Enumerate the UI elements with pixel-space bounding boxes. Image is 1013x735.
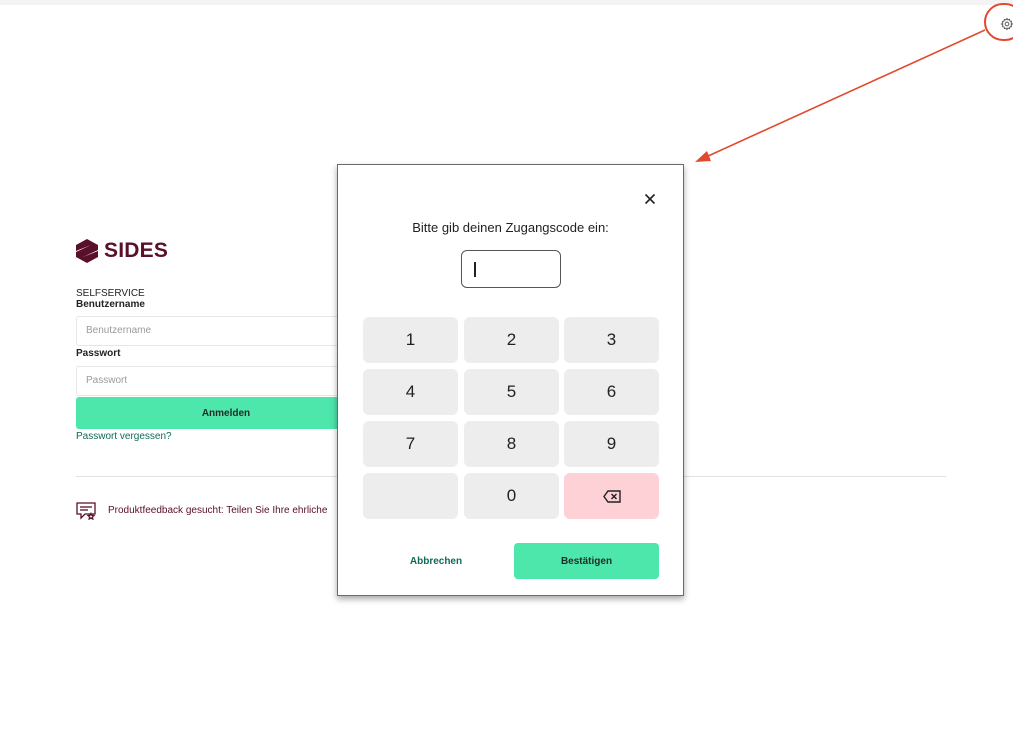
sides-logo-icon — [76, 239, 98, 263]
dialog-prompt: Bitte gib deinen Zugangscode ein: — [412, 220, 609, 235]
username-input[interactable]: Benutzername — [76, 316, 376, 346]
text-caret — [474, 262, 476, 277]
keypad-key-3[interactable]: 3 — [564, 317, 659, 363]
settings-highlight[interactable] — [984, 3, 1013, 41]
password-label: Passwort — [76, 348, 121, 359]
keypad-key-2[interactable]: 2 — [464, 317, 559, 363]
backspace-icon — [602, 489, 621, 503]
gear-icon[interactable] — [1000, 17, 1013, 31]
keypad-key-4[interactable]: 4 — [363, 369, 458, 415]
forgot-password-link[interactable]: Passwort vergessen? — [76, 431, 172, 442]
feedback-icon — [76, 502, 96, 520]
brand-name: SIDES — [104, 239, 169, 262]
cancel-button[interactable]: Abbrechen — [363, 543, 509, 579]
keypad-key-5[interactable]: 5 — [464, 369, 559, 415]
access-code-dialog: Bitte gib deinen Zugangscode ein: 1 2 3 … — [337, 164, 684, 596]
login-button[interactable]: Anmelden — [76, 397, 376, 429]
feedback-text[interactable]: Produktfeedback gesucht: Teilen Sie Ihre… — [108, 505, 327, 516]
brand-logo: SIDES — [76, 238, 168, 264]
top-bar — [0, 0, 1013, 5]
close-icon[interactable] — [644, 193, 656, 205]
password-input[interactable]: Passwort — [76, 366, 376, 396]
keypad-key-6[interactable]: 6 — [564, 369, 659, 415]
keypad-key-empty — [363, 473, 458, 519]
keypad-backspace-key[interactable] — [564, 473, 659, 519]
username-label: Benutzername — [76, 299, 145, 310]
keypad-key-1[interactable]: 1 — [363, 317, 458, 363]
access-code-input[interactable] — [461, 250, 561, 288]
keypad-key-9[interactable]: 9 — [564, 421, 659, 467]
keypad-key-8[interactable]: 8 — [464, 421, 559, 467]
keypad-key-7[interactable]: 7 — [363, 421, 458, 467]
confirm-button[interactable]: Bestätigen — [514, 543, 659, 579]
section-label: SELFSERVICE — [76, 288, 145, 299]
keypad-key-0[interactable]: 0 — [464, 473, 559, 519]
